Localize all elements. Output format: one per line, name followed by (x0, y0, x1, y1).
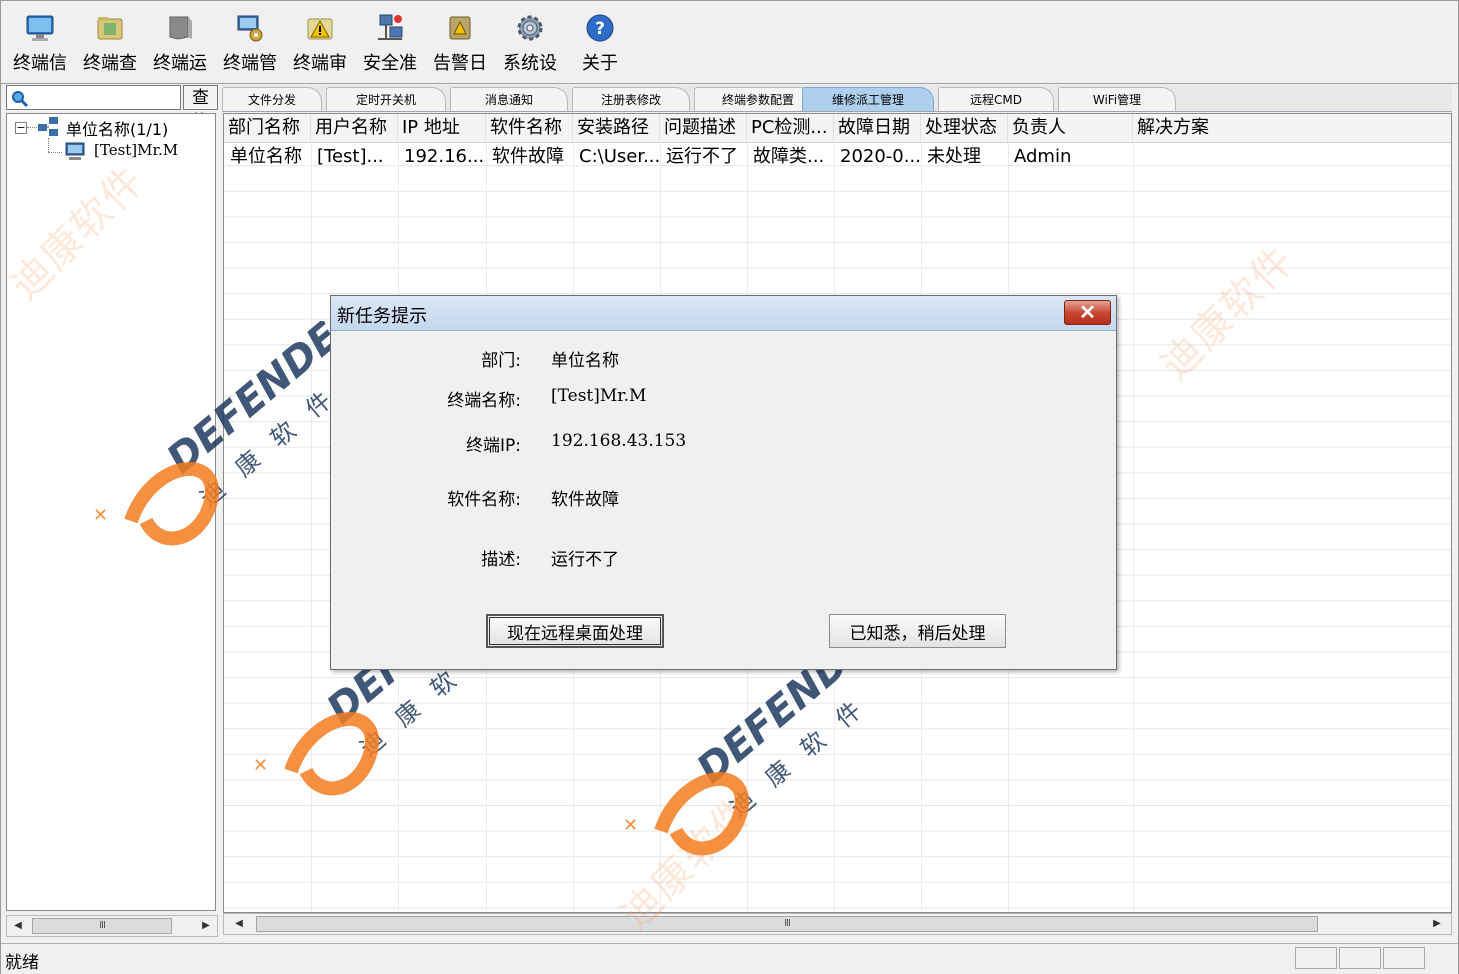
scroll-left-arrow[interactable]: ◀ (9, 916, 27, 936)
new-task-dialog: 新任务提示 ✕ 部门: 单位名称 终端名称: [Test]Mr.M 终端IP: … (330, 295, 1117, 670)
field-label-software-name: 软件名称: (447, 490, 521, 510)
field-value-description: 运行不了 (551, 550, 619, 570)
main-toolbar: 终端信 终端查 终端运 终端管 终端审 安全准 告警日 系统设 ? 关于 (1, 1, 1458, 84)
column-header[interactable]: PC检测... (747, 114, 834, 142)
book-icon (169, 16, 192, 40)
toolbar-button-terminal-ops[interactable]: 终端运 (147, 9, 213, 75)
close-button[interactable]: ✕ (1064, 300, 1111, 325)
gear-icon (517, 15, 543, 41)
column-header[interactable]: 问题描述 (660, 114, 747, 142)
tree-node-unit-label: 单位名称(1/1) (66, 120, 169, 139)
scroll-left-arrow[interactable]: ◀ (230, 914, 248, 934)
svg-text:?: ? (595, 19, 605, 39)
toolbar-button-terminal-audit[interactable]: 终端审 (287, 9, 353, 75)
tab-scheduled-power[interactable]: 定时开关机 (326, 87, 446, 111)
column-header[interactable]: 故障日期 (834, 114, 921, 142)
status-pane (1295, 947, 1337, 969)
field-value-software-name: 软件故障 (551, 490, 619, 510)
computer-gear-icon (237, 15, 263, 42)
table-cell: 2020-0... (840, 146, 921, 167)
help-icon: ? (586, 14, 614, 42)
table-header: 部门名称 用户名称 IP 地址 软件名称 安装路径 问题描述 PC检测... 故… (224, 114, 1451, 143)
tab-registry-edit[interactable]: 注册表修改 (572, 87, 690, 111)
tree-connector (48, 138, 49, 152)
toolbar-button-terminal-info[interactable]: 终端信 (7, 9, 73, 75)
tree-node-terminal-label: [Test]Mr.M (94, 141, 179, 159)
field-label-terminal-name: 终端名称: (447, 391, 521, 411)
terminal-tree: − 单位名称(1/1) [Test]Mr.M (6, 113, 216, 911)
toolbar-button-system-settings[interactable]: 系统设 (497, 9, 563, 75)
status-text: 就绪 (5, 953, 39, 973)
tree-connector (48, 152, 62, 153)
folder-search-icon (97, 17, 123, 40)
column-divider (311, 142, 312, 912)
close-icon: ✕ (1079, 301, 1096, 324)
toolbar-button-security-access[interactable]: 安全准 (357, 9, 423, 75)
toolbar-button-alarm-log[interactable]: 告警日 (427, 9, 493, 75)
tab-repair-dispatch[interactable]: 维修派工管理 (802, 87, 934, 111)
table-horizontal-scrollbar[interactable]: ◀ III ▶ (223, 913, 1452, 935)
field-value-terminal-ip: 192.168.43.153 (551, 431, 687, 451)
table-cell (1133, 143, 1451, 171)
scroll-thumb[interactable]: III (256, 916, 1318, 932)
table-cell: 软件故障 (492, 146, 564, 167)
search-input[interactable] (31, 87, 183, 110)
scroll-right-arrow[interactable]: ▶ (1428, 914, 1446, 934)
alarm-log-icon (449, 16, 471, 40)
status-pane (1339, 947, 1381, 969)
status-bar: 就绪 (1, 943, 1458, 974)
field-label-terminal-ip: 终端IP: (466, 436, 521, 456)
column-header[interactable]: 处理状态 (921, 114, 1008, 142)
table-cell: 192.16... (404, 146, 485, 167)
left-panel: 查找 − 单位名称(1/1) [T (6, 85, 218, 943)
table-cell: 单位名称 (230, 146, 302, 167)
column-header[interactable]: 解决方案 (1133, 114, 1451, 142)
monitor-icon (26, 15, 54, 41)
field-value-terminal-name: [Test]Mr.M (551, 386, 647, 406)
toolbar-button-terminal-manage[interactable]: 终端管 (217, 9, 283, 75)
table-cell: 未处理 (927, 146, 981, 167)
table-cell: 运行不了 (666, 146, 738, 167)
acknowledge-later-button[interactable]: 已知悉，稍后处理 (829, 614, 1006, 648)
warning-folder-icon (307, 18, 333, 40)
search-icon (12, 91, 29, 108)
column-header[interactable]: IP 地址 (398, 114, 486, 142)
column-header[interactable]: 部门名称 (224, 114, 311, 142)
column-divider (1133, 142, 1134, 912)
column-header[interactable]: 负责人 (1008, 114, 1133, 142)
tab-wifi-manage[interactable]: WiFi管理 (1058, 87, 1176, 111)
tab-remote-cmd[interactable]: 远程CMD (938, 87, 1054, 111)
table-cell: C:\User... (579, 146, 660, 167)
toolbar-button-terminal-query[interactable]: 终端查 (77, 9, 143, 75)
tree-collapse-toggle[interactable]: − (15, 122, 27, 134)
tab-message-notify[interactable]: 消息通知 (450, 87, 568, 111)
table-cell: [Test]... (317, 146, 384, 167)
toolbar-button-about[interactable]: ? 关于 (567, 9, 633, 75)
table-cell: Admin (1014, 146, 1072, 167)
scroll-thumb[interactable]: III (32, 918, 172, 934)
tree-horizontal-scrollbar[interactable]: ◀ III ▶ (6, 915, 218, 937)
tab-file-distribution[interactable]: 文件分发 (222, 87, 322, 111)
search-box (6, 85, 183, 110)
network-shield-icon (378, 14, 403, 40)
dialog-title: 新任务提示 (337, 306, 427, 327)
field-label-description: 描述: (481, 550, 521, 570)
find-button[interactable]: 查找 (183, 85, 218, 131)
column-header[interactable]: 软件名称 (486, 114, 573, 142)
table-row[interactable]: 单位名称 [Test]... 192.16... 软件故障 C:\User...… (224, 143, 1451, 171)
scroll-right-arrow[interactable]: ▶ (197, 916, 215, 936)
computer-icon (65, 142, 85, 160)
column-header[interactable]: 用户名称 (311, 114, 398, 142)
network-group-icon (38, 117, 58, 136)
field-value-department: 单位名称 (551, 351, 619, 371)
table-cell: 故障类... (753, 146, 825, 167)
status-pane (1383, 947, 1425, 969)
remote-desktop-now-button[interactable]: 现在远程桌面处理 (486, 614, 664, 648)
dialog-titlebar[interactable]: 新任务提示 ✕ (331, 296, 1116, 331)
column-header[interactable]: 安装路径 (573, 114, 660, 142)
application-window: 终端信 终端查 终端运 终端管 终端审 安全准 告警日 系统设 ? 关于 查 −… (0, 0, 1459, 974)
tree-connector (27, 127, 37, 128)
field-label-department: 部门: (481, 351, 521, 371)
function-tabbar: 文件分发 定时开关机 消息通知 注册表修改 终端参数配置 维修派工管理 远程CM… (222, 85, 1452, 112)
